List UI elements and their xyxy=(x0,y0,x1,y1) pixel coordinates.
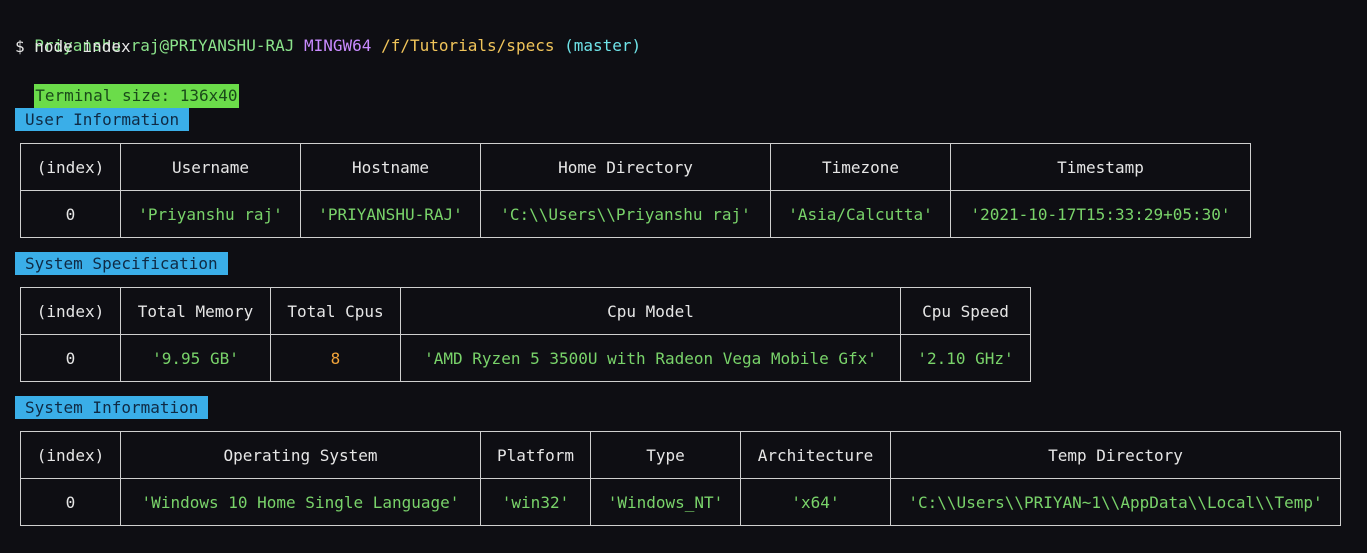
cell-total-memory: '9.95 GB' xyxy=(120,334,271,382)
cell-type: 'Windows_NT' xyxy=(590,478,741,526)
system-information-label: System Information xyxy=(15,396,209,419)
header-cpu-model: Cpu Model xyxy=(400,287,901,335)
header-total-cpus: Total Cpus xyxy=(270,287,401,335)
cell-home-directory: 'C:\\Users\\Priyanshu raj' xyxy=(480,190,771,238)
cell-timezone: 'Asia/Calcutta' xyxy=(770,190,951,238)
cell-cpu-model: 'AMD Ryzen 5 3500U with Radeon Vega Mobi… xyxy=(400,334,901,382)
prompt-branch: (master) xyxy=(564,36,642,55)
command-line: $ node index xyxy=(15,37,131,56)
header-index: (index) xyxy=(20,431,121,479)
cell-timestamp: '2021-10-17T15:33:29+05:30' xyxy=(950,190,1251,238)
header-platform: Platform xyxy=(480,431,591,479)
cell-username: 'Priyanshu raj' xyxy=(120,190,301,238)
header-cpu-speed: Cpu Speed xyxy=(900,287,1031,335)
table-row: 0 '9.95 GB' 8 'AMD Ryzen 5 3500U with Ra… xyxy=(20,334,1031,382)
cell-total-cpus: 8 xyxy=(270,334,401,382)
cell-index: 0 xyxy=(20,478,121,526)
terminal-size-line: Terminal size: 136x40 xyxy=(15,60,239,108)
header-index: (index) xyxy=(20,287,121,335)
user-information-label: User Information xyxy=(15,108,190,131)
cell-hostname: 'PRIYANSHU-RAJ' xyxy=(300,190,481,238)
prompt-path: /f/Tutorials/specs xyxy=(381,36,555,55)
cell-index: 0 xyxy=(20,190,121,238)
header-total-memory: Total Memory xyxy=(120,287,271,335)
header-timestamp: Timestamp xyxy=(950,143,1251,191)
header-home-directory: Home Directory xyxy=(480,143,771,191)
table-row: 0 'Priyanshu raj' 'PRIYANSHU-RAJ' 'C:\\U… xyxy=(20,190,1251,238)
header-index: (index) xyxy=(20,143,121,191)
cell-platform: 'win32' xyxy=(480,478,591,526)
table-header-row: (index) Operating System Platform Type A… xyxy=(20,431,1341,479)
prompt-system: MINGW64 xyxy=(304,36,372,55)
header-timezone: Timezone xyxy=(770,143,951,191)
header-hostname: Hostname xyxy=(300,143,481,191)
header-username: Username xyxy=(120,143,301,191)
system-specification-table: (index) Total Memory Total Cpus Cpu Mode… xyxy=(20,287,1031,382)
table-row: 0 'Windows 10 Home Single Language' 'win… xyxy=(20,478,1341,526)
cell-operating-system: 'Windows 10 Home Single Language' xyxy=(120,478,481,526)
system-information-table: (index) Operating System Platform Type A… xyxy=(20,431,1341,526)
cell-cpu-speed: '2.10 GHz' xyxy=(900,334,1031,382)
system-specification-label: System Specification xyxy=(15,252,228,275)
header-operating-system: Operating System xyxy=(120,431,481,479)
table-header-row: (index) Total Memory Total Cpus Cpu Mode… xyxy=(20,287,1031,335)
terminal-size-badge: Terminal size: 136x40 xyxy=(34,84,239,108)
cell-architecture: 'x64' xyxy=(740,478,891,526)
shell-prompt: Priyanshu raj@PRIYANSHU-RAJ MINGW64 /f/T… xyxy=(15,10,641,55)
header-architecture: Architecture xyxy=(740,431,891,479)
table-header-row: (index) Username Hostname Home Directory… xyxy=(20,143,1251,191)
header-temp-directory: Temp Directory xyxy=(890,431,1341,479)
header-type: Type xyxy=(590,431,741,479)
cell-temp-directory: 'C:\\Users\\PRIYAN~1\\AppData\\Local\\Te… xyxy=(890,478,1341,526)
user-information-table: (index) Username Hostname Home Directory… xyxy=(20,143,1251,238)
cell-index: 0 xyxy=(20,334,121,382)
